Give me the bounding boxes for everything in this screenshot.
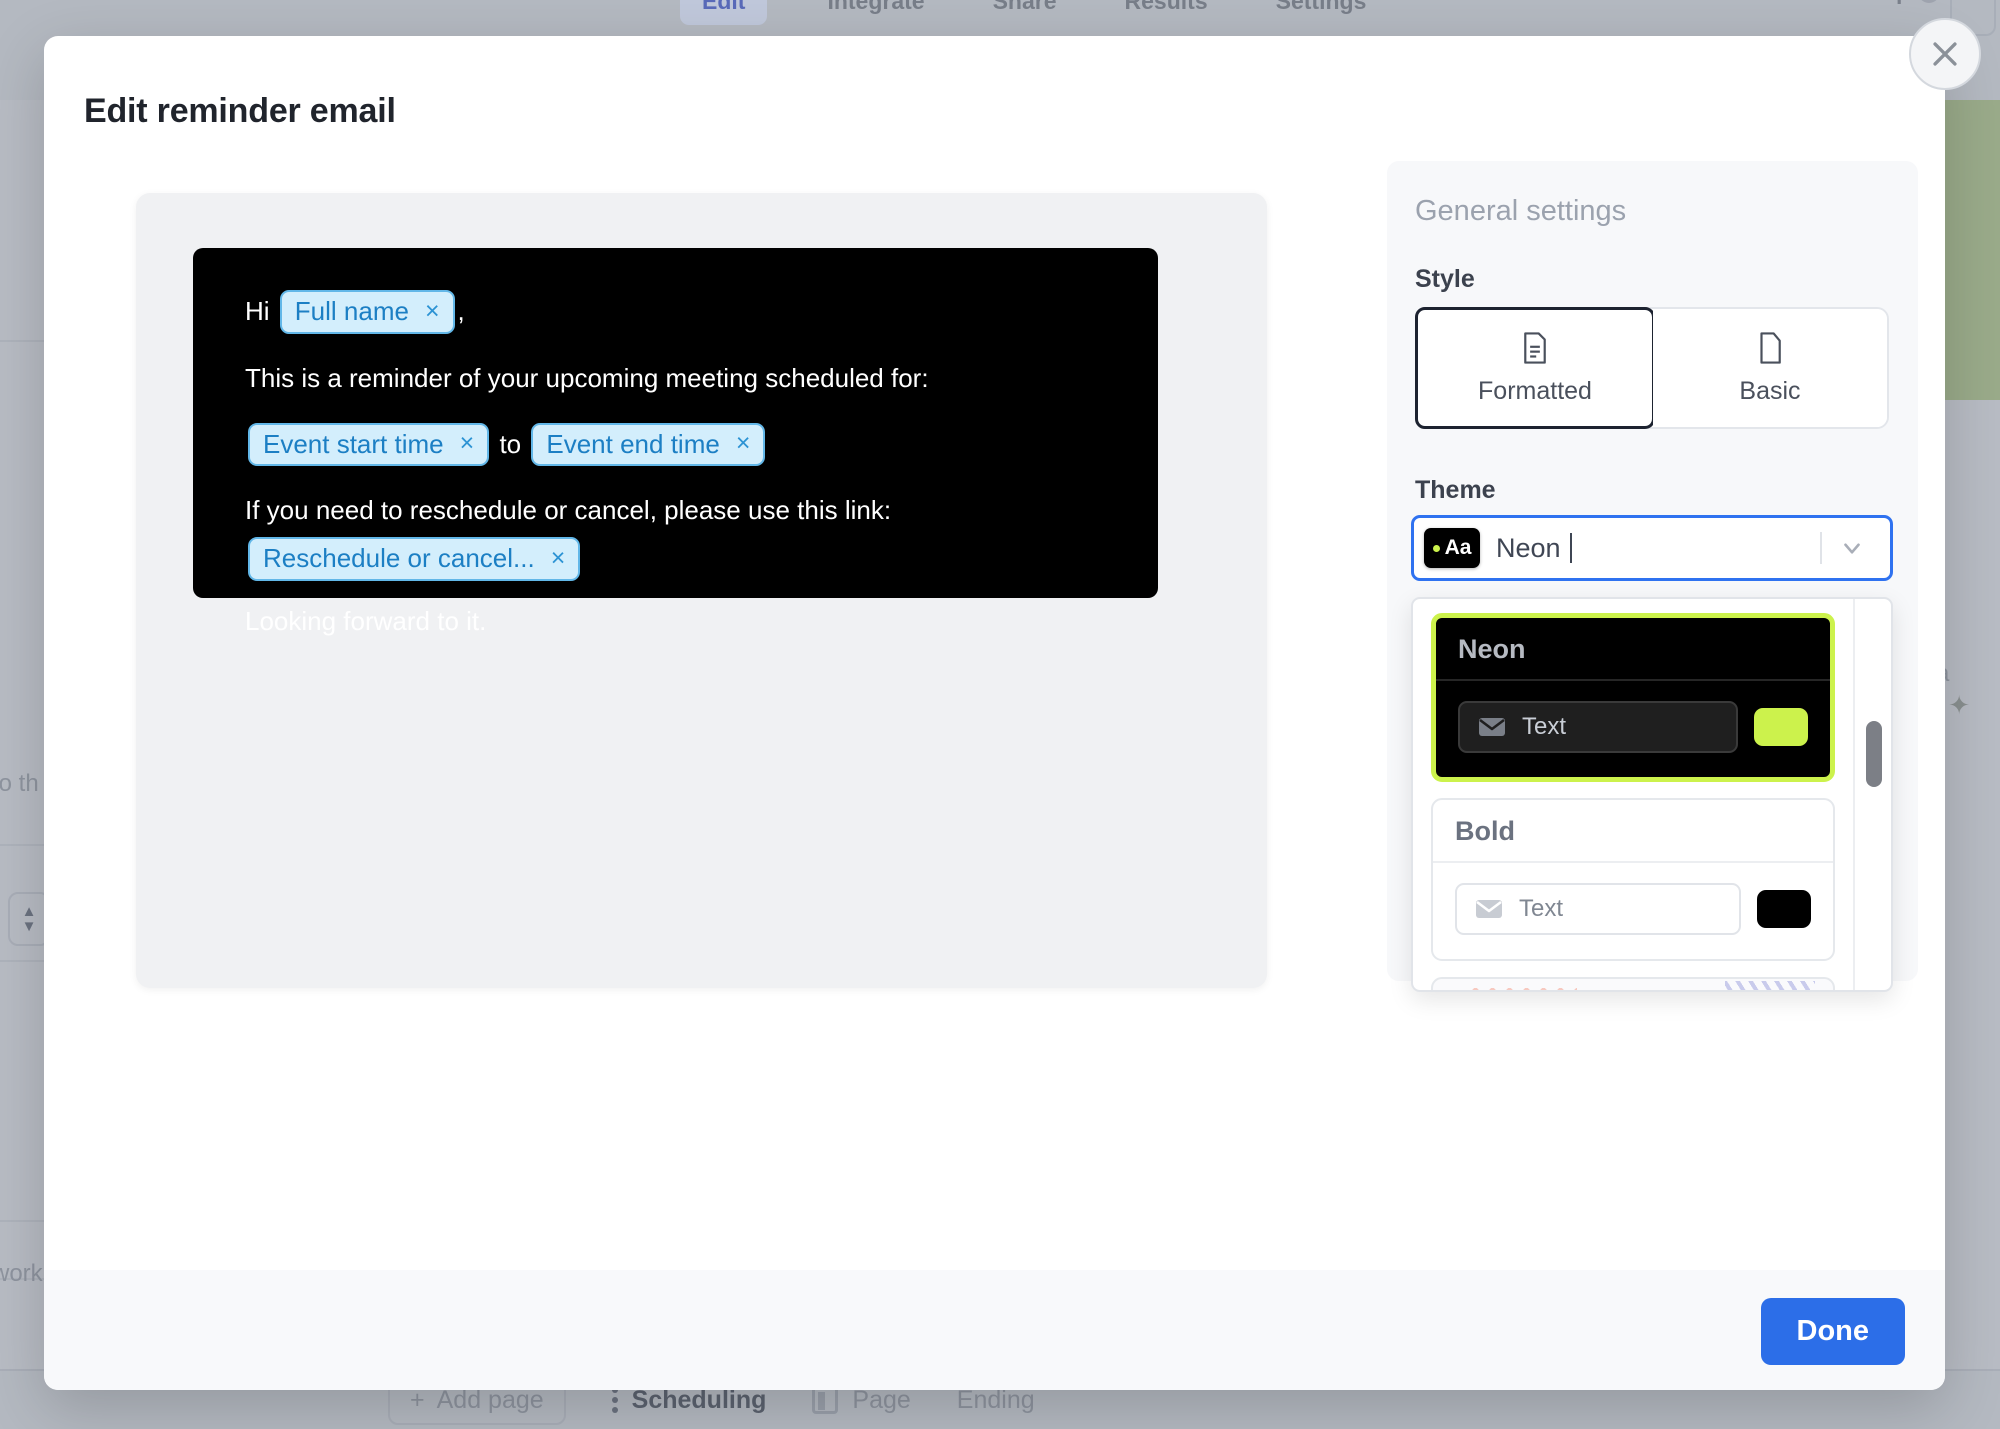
theme-preview-input-label: Text — [1519, 895, 1564, 922]
envelope-icon — [1479, 718, 1505, 736]
chip-remove-icon[interactable]: × — [551, 545, 566, 571]
page-icon — [812, 1386, 839, 1414]
theme-preview-input-label: Text — [1522, 713, 1567, 740]
help-menu[interactable]: Help — [1860, 0, 1940, 5]
chip-label: Event start time — [263, 428, 444, 459]
edit-reminder-email-modal: Edit reminder email Hi Full name × , Thi… — [44, 18, 1981, 1390]
email-preview-body[interactable]: Hi Full name × , This is a reminder of y… — [193, 248, 1158, 636]
chip-reschedule-or-cancel[interactable]: Reschedule or cancel... × — [248, 537, 581, 581]
scrollbar-thumb[interactable] — [1866, 721, 1882, 787]
chip-event-start-time[interactable]: Event start time × — [248, 422, 490, 467]
closing-text: Looking forward to it. — [245, 605, 487, 636]
chip-remove-icon[interactable]: × — [460, 431, 475, 456]
theme-option-name: Angular — [1433, 979, 1833, 990]
chip-label: Full name — [294, 296, 409, 326]
nav-tab-integrate[interactable]: Integrate — [819, 0, 932, 25]
style-option-label: Formatted — [1478, 376, 1592, 405]
help-label: Help — [1860, 0, 1910, 5]
email-editor-card: Hi Full name × , This is a reminder of y… — [136, 193, 1267, 988]
chip-full-name[interactable]: Full name × — [279, 290, 455, 334]
done-button[interactable]: Done — [1760, 1298, 1905, 1365]
theme-option-bold[interactable]: Bold Text — [1431, 798, 1835, 961]
email-line-times: Event start time × to Event end time × — [245, 422, 1106, 467]
theme-dropdown-scrollbar[interactable] — [1853, 599, 1891, 990]
theme-selected-value-wrap: Neon — [1496, 533, 1820, 564]
theme-accent-swatch — [1754, 708, 1808, 746]
style-label: Style — [1415, 265, 1475, 293]
theme-option-neon[interactable]: Neon Text — [1431, 613, 1835, 782]
theme-accent-swatch — [1757, 890, 1811, 928]
email-line-greeting: Hi Full name × , — [245, 290, 1106, 334]
theme-selected-value: Neon — [1496, 532, 1561, 563]
email-line-closing: Looking forward to it. — [245, 603, 1106, 640]
chip-label: Reschedule or cancel... — [263, 543, 535, 573]
reminder-text: This is a reminder of your upcoming meet… — [245, 362, 929, 393]
document-lines-icon — [1524, 331, 1546, 364]
times-separator: to — [492, 428, 529, 459]
email-line-link: If you need to reschedule or cancel, ple… — [245, 492, 1106, 581]
theme-swatch-text: Aa — [1444, 536, 1472, 559]
nav-tab-share[interactable]: Share — [985, 0, 1065, 25]
modal-footer: Done — [44, 1270, 1945, 1390]
theme-option-preview: Text — [1433, 863, 1833, 959]
greeting-suffix: , — [457, 296, 465, 327]
theme-option-preview: Text — [1436, 681, 1830, 777]
nav-tab-settings[interactable]: Settings — [1268, 0, 1375, 25]
email-line-reminder: This is a reminder of your upcoming meet… — [245, 360, 1106, 397]
theme-swatch-dot — [1432, 544, 1440, 552]
link-text: If you need to reschedule or cancel, ple… — [245, 495, 892, 526]
envelope-icon — [1476, 900, 1502, 918]
text-cursor — [1569, 533, 1572, 563]
style-segmented-control: Formatted Basic — [1415, 307, 1889, 429]
theme-option-angular[interactable]: Angular Text — [1431, 977, 1835, 990]
theme-label: Theme — [1415, 476, 1496, 504]
chip-remove-icon[interactable]: × — [736, 431, 751, 456]
left-panel-text-1: to th — [0, 770, 39, 797]
page-title: Edit reminder email — [84, 92, 396, 130]
app-nav-tabs: Edit Integrate Share Results Settings — [680, 0, 1374, 25]
document-blank-icon — [1760, 331, 1781, 364]
drag-handle-icon — [611, 1387, 618, 1413]
theme-option-name: Neon — [1436, 618, 1830, 681]
theme-swatch-icon: Aa — [1424, 528, 1480, 568]
nav-tab-edit[interactable]: Edit — [680, 0, 768, 25]
chevron-down-icon[interactable] — [1822, 535, 1882, 561]
theme-dropdown-list: Neon Text Bold Text — [1411, 597, 1893, 992]
theme-preview-input: Text — [1458, 701, 1738, 753]
general-settings-panel: General settings Style Formatted Basic T… — [1387, 161, 1918, 992]
left-panel-text-2: work — [0, 1260, 43, 1287]
close-icon[interactable] — [1909, 18, 1981, 90]
chip-event-end-time[interactable]: Event end time × — [531, 422, 766, 467]
style-option-formatted[interactable]: Formatted — [1415, 307, 1655, 429]
style-option-label: Basic — [1739, 376, 1801, 405]
style-option-basic[interactable]: Basic — [1653, 309, 1887, 427]
sparkle-icon: ✦ — [1948, 690, 1970, 720]
chip-remove-icon[interactable]: × — [425, 298, 440, 324]
nav-tab-results[interactable]: Results — [1117, 0, 1216, 25]
help-icon — [1918, 0, 1940, 3]
settings-panel-title: General settings — [1415, 195, 1627, 227]
theme-preview-input: Text — [1455, 883, 1741, 935]
chip-label: Event end time — [546, 428, 720, 459]
theme-options-container: Neon Text Bold Text — [1413, 599, 1853, 990]
theme-option-name: Bold — [1433, 800, 1833, 863]
theme-select-input[interactable]: Aa Neon — [1411, 515, 1893, 581]
greeting-prefix: Hi — [245, 296, 277, 327]
